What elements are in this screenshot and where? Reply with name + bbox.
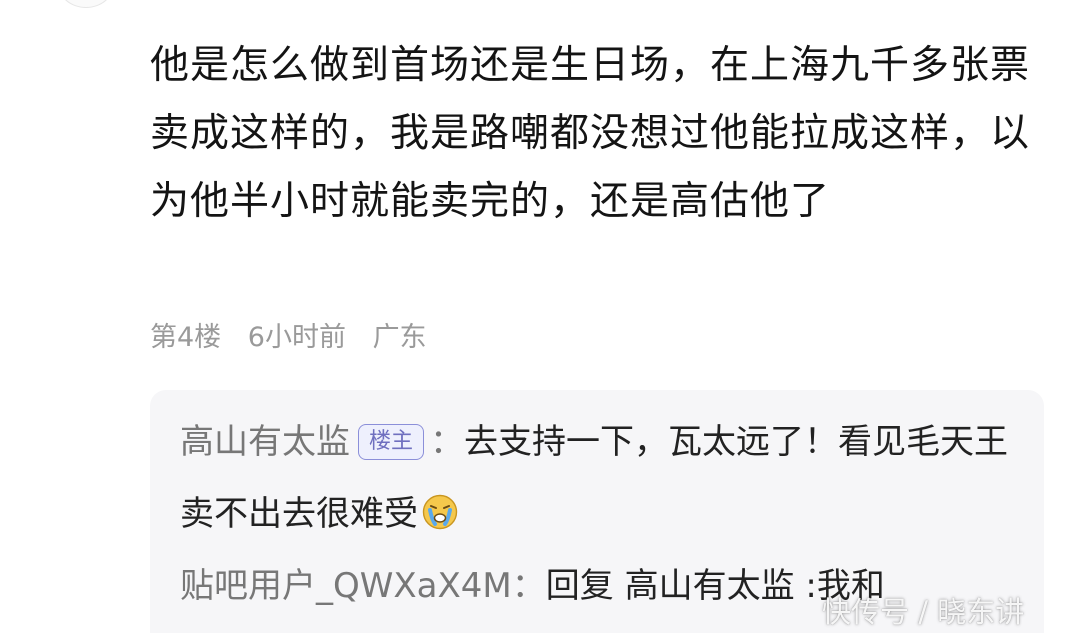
- post-location: 广东: [372, 322, 427, 353]
- reply-author[interactable]: 高山有太监: [180, 422, 350, 462]
- reply-item[interactable]: 高山有太监 楼主 ：去支持一下，瓦太远了！看见毛天王卖不出去很难受: [180, 406, 1010, 550]
- op-badge: 楼主: [358, 424, 425, 460]
- reply-author[interactable]: 贴吧用户_QWXaX4M: [180, 566, 512, 606]
- post-content: 他是怎么做到首场还是生日场，在上海九千多张票卖成这样的，我是路嘲都没想过他能拉成…: [150, 43, 1031, 224]
- comment-page: 他是怎么做到首场还是生日场，在上海九千多张票卖成这样的，我是路嘲都没想过他能拉成…: [0, 0, 1080, 633]
- post-time: 6小时前: [247, 322, 346, 353]
- reply-separator: ：: [511, 566, 546, 606]
- watermark: 快传号 / 晓东讲: [822, 595, 1025, 629]
- avatar[interactable]: [58, 0, 114, 8]
- reply-separator: ：: [430, 422, 465, 462]
- crying-face-icon: [422, 494, 458, 530]
- post-meta: 第4楼 6小时前 广东: [150, 318, 445, 358]
- floor-number: 第4楼: [150, 322, 222, 353]
